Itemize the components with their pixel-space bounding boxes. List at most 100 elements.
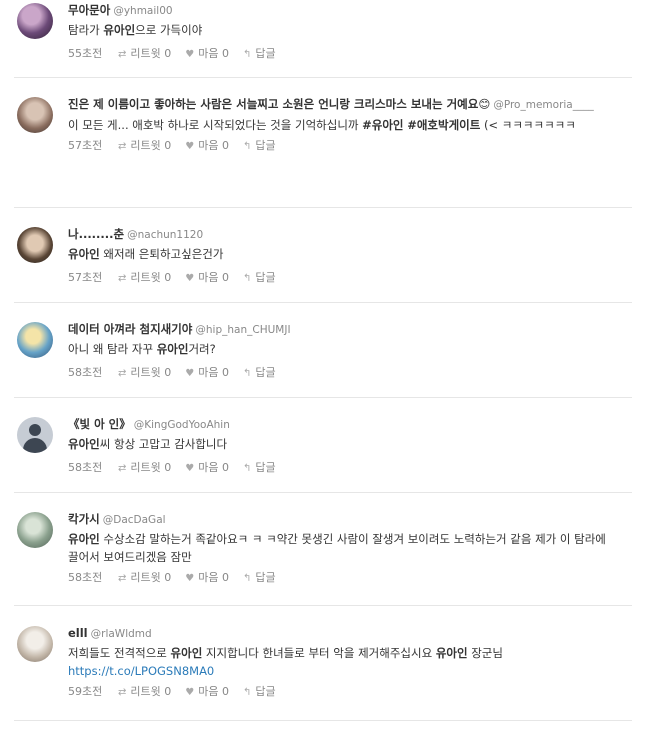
retweet-button[interactable]: ⇄ 리트윗 0: [118, 139, 171, 154]
divider: [14, 397, 632, 398]
reply-button[interactable]: ↰ 답글: [243, 366, 276, 381]
user-handle[interactable]: @hip_han_CHUMJI: [195, 324, 290, 336]
reply-button[interactable]: ↰ 답글: [243, 47, 276, 62]
tweet-actions: 58초전 ⇄ 리트윗 0 ♥ 마음 0 ↰ 답글: [68, 366, 632, 381]
heart-icon: ♥: [185, 368, 195, 379]
tweet-text: 유아인 왜저래 은퇴하고싶은건가: [68, 247, 224, 261]
divider: [14, 605, 632, 606]
divider: [14, 207, 632, 208]
reply-button[interactable]: ↰ 답글: [243, 685, 276, 700]
like-count: 0: [221, 571, 229, 584]
tweet-item: 칵가시 @DacDaGal 유아인 수상소감 말하는거 족같아요ㅋ ㅋ ㅋ약간 못…: [0, 512, 632, 592]
keyword[interactable]: 유아인: [103, 23, 135, 37]
retweet-icon: ⇄: [118, 573, 127, 584]
retweet-button[interactable]: ⇄ 리트윗 0: [118, 685, 171, 700]
like-button[interactable]: ♥ 마음 0: [185, 685, 229, 700]
user-name[interactable]: 진은 제 이름이고 좋아하는 사람은 서늘찌고 소원은 언니랑 크리스마스 보내…: [68, 97, 490, 111]
retweet-count: 0: [164, 271, 172, 284]
user-handle[interactable]: @yhmail00: [113, 5, 172, 17]
tweet-link[interactable]: https://t.co/LPOGSN8MA0: [68, 664, 214, 678]
user-name[interactable]: 무아문아: [68, 3, 110, 17]
timestamp[interactable]: 55초전: [68, 47, 118, 61]
tweet-actions: 55초전 ⇄ 리트윗 0 ♥ 마음 0 ↰ 답글: [68, 47, 632, 62]
timestamp[interactable]: 58초전: [68, 461, 118, 475]
keyword[interactable]: 유아인: [436, 646, 468, 660]
reply-button[interactable]: ↰ 답글: [243, 271, 276, 286]
user-name[interactable]: 칵가시: [68, 512, 100, 526]
like-button[interactable]: ♥ 마음 0: [185, 461, 229, 476]
hashtag[interactable]: #애호박게이트: [407, 118, 480, 132]
like-button[interactable]: ♥ 마음 0: [185, 139, 229, 154]
reply-icon: ↰: [242, 49, 252, 60]
heart-icon: ♥: [185, 49, 195, 60]
user-handle[interactable]: @nachun1120: [127, 229, 203, 241]
tweet-content: 무아문아 @yhmail00 탐라가 유아인으로 가득이야 55초전 ⇄ 리트윗 0 ♥…: [68, 3, 632, 62]
tweet-text: 이 모든 게... 애호박 하나로 시작되었다는 것을 기억하십니까 #유아인 …: [68, 118, 576, 132]
retweet-icon: ⇄: [118, 273, 127, 284]
tweet-text: 아니 왜 탐라 자꾸 유아인거려?: [68, 342, 216, 356]
avatar[interactable]: [17, 322, 53, 358]
avatar[interactable]: [17, 227, 53, 263]
hashtag[interactable]: #유아인: [362, 118, 403, 132]
retweet-button[interactable]: ⇄ 리트윗 0: [118, 366, 171, 381]
reply-button[interactable]: ↰ 답글: [243, 461, 276, 476]
keyword[interactable]: 유아인: [68, 247, 100, 261]
retweet-icon: ⇄: [118, 368, 127, 379]
avatar[interactable]: [17, 3, 53, 39]
user-handle[interactable]: @rlaWldmd: [91, 628, 152, 640]
reply-button[interactable]: ↰ 답글: [243, 571, 276, 586]
like-count: 0: [221, 366, 229, 379]
retweet-button[interactable]: ⇄ 리트윗 0: [118, 571, 171, 586]
like-count: 0: [221, 47, 229, 60]
timestamp[interactable]: 57초전: [68, 271, 118, 285]
tweet-actions: 58초전 ⇄ 리트윗 0 ♥ 마음 0 ↰ 답글: [68, 461, 632, 476]
tweet-item: 나........춘 @nachun1120 유아인 왜저래 은퇴하고싶은건가 5…: [0, 227, 632, 292]
tweet-item: 데이터 아껴라 첨지새기야 @hip_han_CHUMJI 아니 왜 탐라 자꾸 …: [0, 322, 632, 387]
reply-icon: ↰: [242, 463, 252, 474]
user-name[interactable]: 데이터 아껴라 첨지새기야: [68, 322, 192, 336]
retweet-button[interactable]: ⇄ 리트윗 0: [118, 47, 171, 62]
user-name[interactable]: 《빛 아 인》: [68, 417, 131, 431]
reply-icon: ↰: [242, 368, 252, 379]
retweet-count: 0: [164, 139, 172, 152]
user-handle[interactable]: @DacDaGal: [103, 514, 166, 526]
tweet-item: 《빛 아 인》 @KingGodYooAhin 유아인씨 항상 고맙고 감사합니다…: [0, 417, 632, 482]
reply-button[interactable]: ↰ 답글: [243, 139, 276, 154]
default-avatar-body: [23, 438, 47, 453]
avatar[interactable]: [17, 512, 53, 548]
keyword[interactable]: 유아인: [68, 437, 100, 451]
like-button[interactable]: ♥ 마음 0: [185, 47, 229, 62]
user-name[interactable]: elll: [68, 626, 88, 640]
timestamp[interactable]: 59초전: [68, 685, 118, 699]
user-handle[interactable]: @KingGodYooAhin: [134, 419, 230, 431]
tweet-actions: 57초전 ⇄ 리트윗 0 ♥ 마음 0 ↰ 답글: [68, 139, 602, 154]
keyword[interactable]: 유아인: [171, 646, 203, 660]
tweet-item: 진은 제 이름이고 좋아하는 사람은 서늘찌고 소원은 언니랑 크리스마스 보내…: [0, 97, 632, 195]
tweet-content: 데이터 아껴라 첨지새기야 @hip_han_CHUMJI 아니 왜 탐라 자꾸 …: [68, 322, 632, 381]
user-handle[interactable]: @Pro_memoria____: [493, 99, 593, 111]
like-button[interactable]: ♥ 마음 0: [185, 571, 229, 586]
timestamp[interactable]: 58초전: [68, 366, 118, 380]
like-button[interactable]: ♥ 마음 0: [185, 366, 229, 381]
keyword[interactable]: 유아인: [68, 532, 100, 546]
reply-icon: ↰: [242, 141, 252, 152]
like-count: 0: [221, 461, 229, 474]
retweet-button[interactable]: ⇄ 리트윗 0: [118, 271, 171, 286]
tweet-actions: 57초전 ⇄ 리트윗 0 ♥ 마음 0 ↰ 답글: [68, 271, 632, 286]
retweet-icon: ⇄: [118, 141, 127, 152]
user-name[interactable]: 나........춘: [68, 227, 124, 241]
like-button[interactable]: ♥ 마음 0: [185, 271, 229, 286]
avatar[interactable]: [17, 626, 53, 662]
retweet-count: 0: [164, 685, 172, 698]
avatar[interactable]: [17, 417, 53, 453]
timestamp[interactable]: 57초전: [68, 139, 118, 153]
timestamp[interactable]: 58초전: [68, 571, 118, 585]
retweet-count: 0: [164, 571, 172, 584]
retweet-button[interactable]: ⇄ 리트윗 0: [118, 461, 171, 476]
keyword[interactable]: 유아인: [157, 342, 189, 356]
heart-icon: ♥: [185, 141, 195, 152]
retweet-count: 0: [164, 461, 172, 474]
avatar[interactable]: [17, 97, 53, 133]
tweet-item: 무아문아 @yhmail00 탐라가 유아인으로 가득이야 55초전 ⇄ 리트윗 0 ♥…: [0, 3, 632, 68]
tweet-text: 저희들도 전격적으로 유아인 지지합니다 한녀들로 부터 악을 제거해주십시요 …: [68, 646, 503, 678]
